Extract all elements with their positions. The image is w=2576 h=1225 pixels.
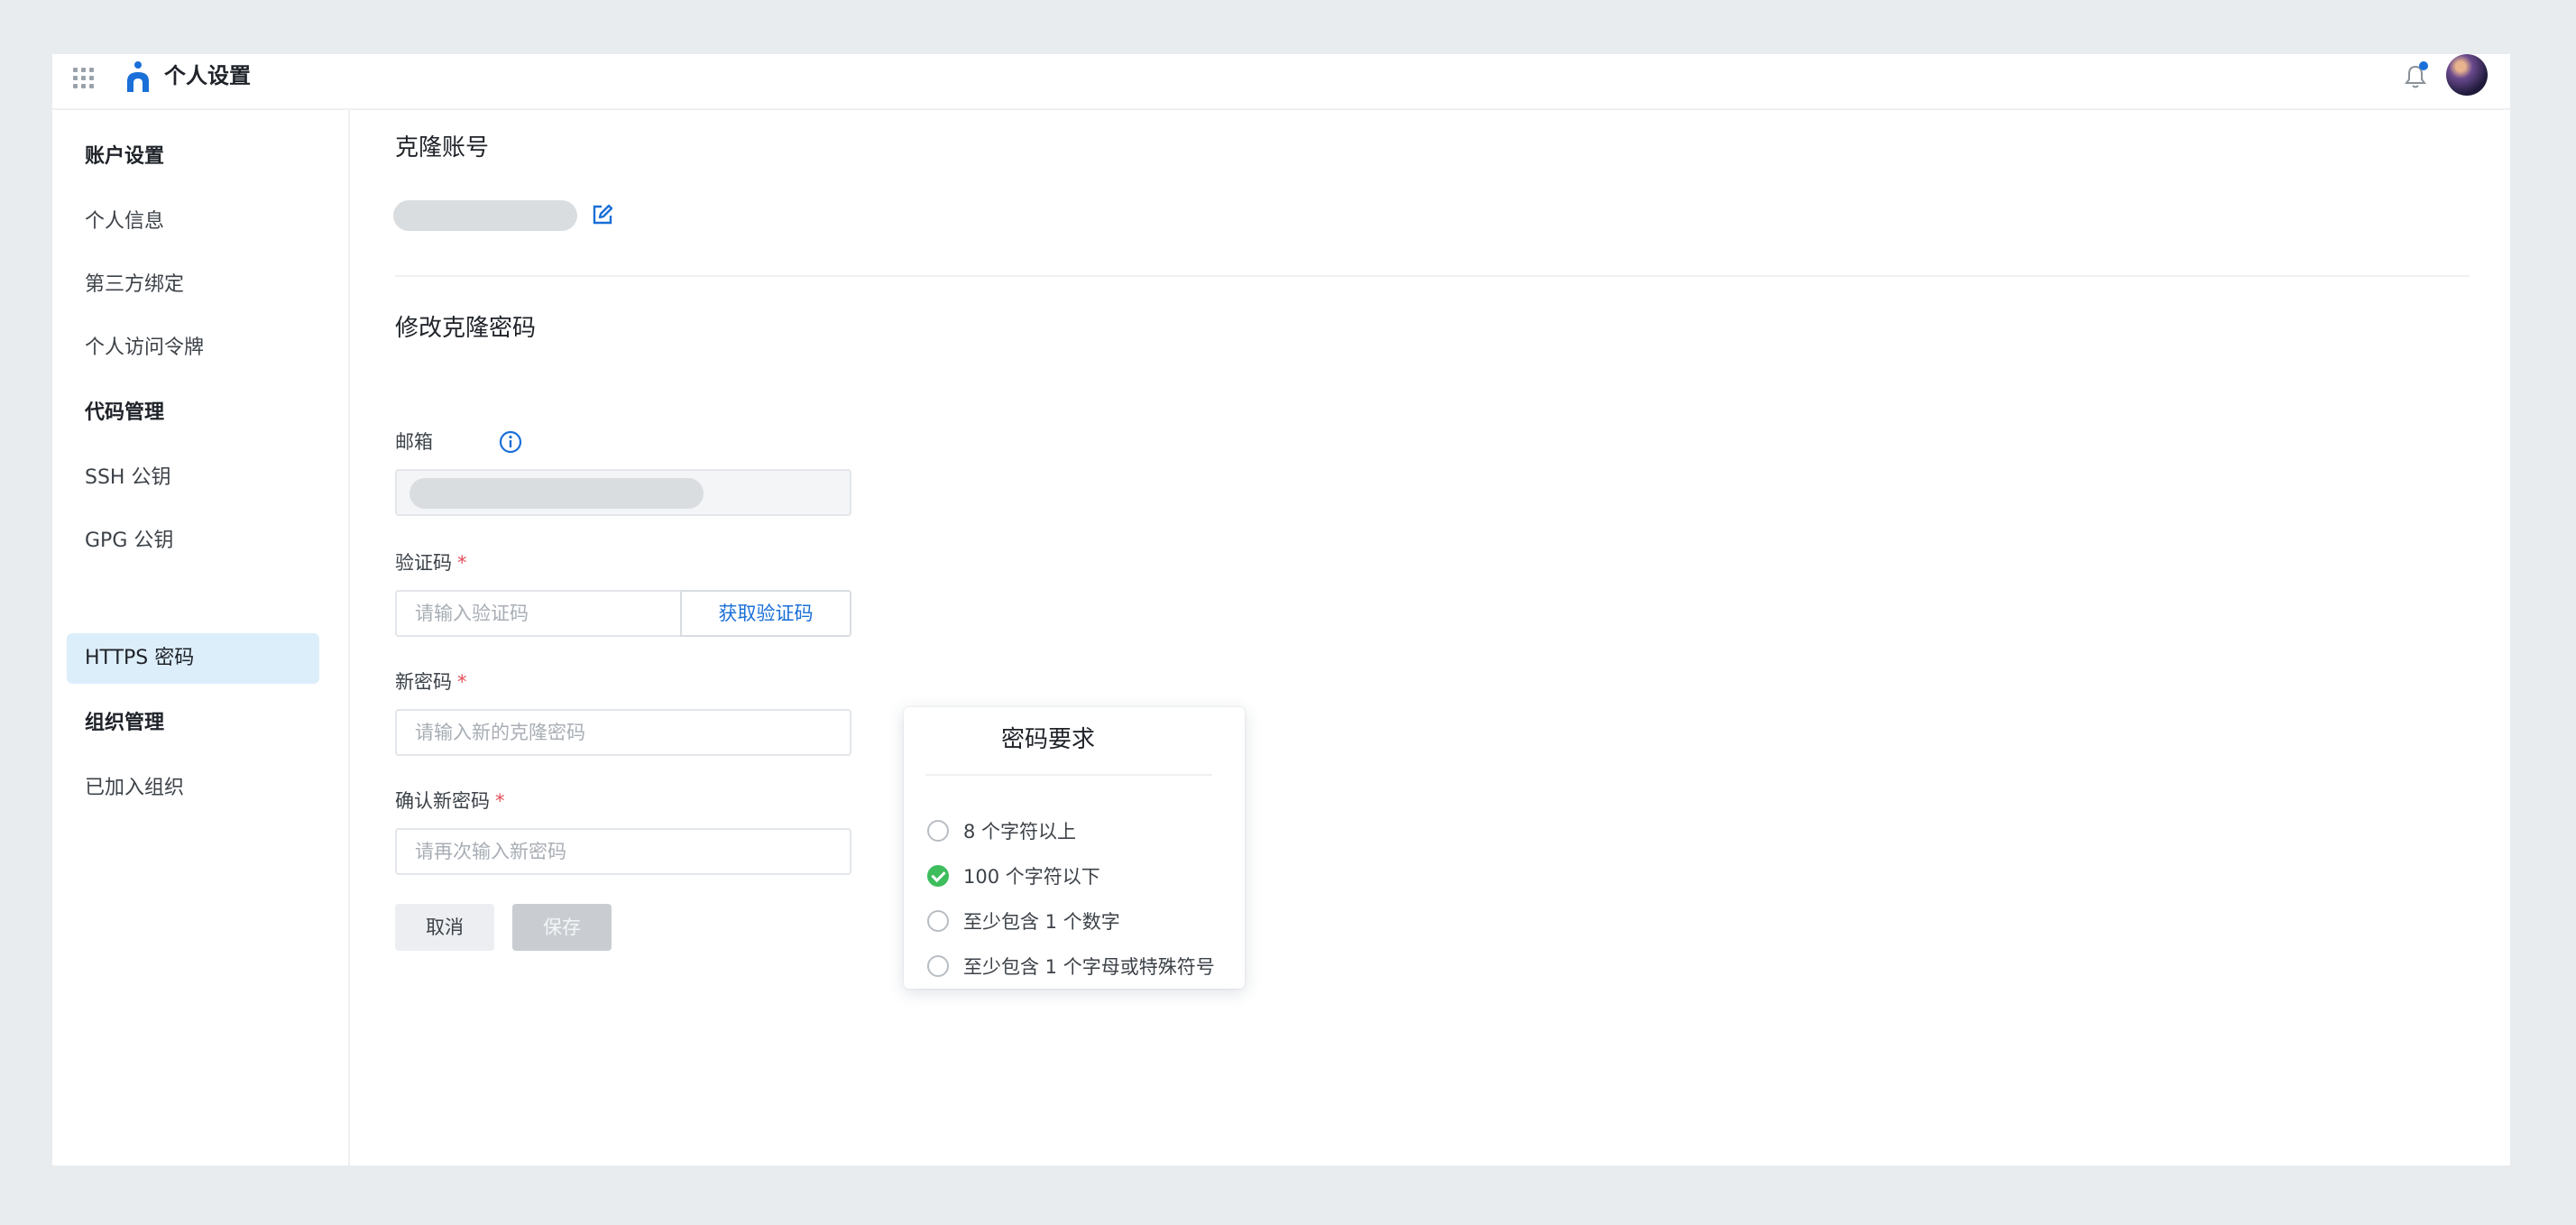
edit-icon[interactable] [590, 202, 615, 227]
unchecked-circle-icon [927, 955, 949, 977]
email-field [395, 469, 851, 516]
sidebar-group-code-management: 代码管理 [85, 401, 165, 424]
sidebar-group-account-settings: 账户设置 [85, 145, 165, 168]
check-circle-icon [927, 865, 949, 887]
change-password-title: 修改克隆密码 [395, 315, 537, 342]
sidebar: 账户设置 个人信息 第三方绑定 个人访问令牌 代码管理 SSH 公钥 GPG 公… [52, 110, 350, 1165]
section-divider [395, 275, 2470, 277]
new-password-label: 新密码 * [395, 671, 467, 693]
save-button[interactable]: 保存 [512, 904, 612, 951]
sidebar-item-personal-info[interactable]: 个人信息 [67, 197, 319, 247]
sidebar-item-joined-orgs[interactable]: 已加入组织 [67, 763, 319, 814]
code-label: 验证码 * [395, 552, 467, 574]
email-label: 邮箱 [395, 431, 433, 453]
app-logo-icon [127, 61, 149, 92]
apps-grid-icon[interactable] [70, 65, 94, 88]
bell-icon[interactable] [2399, 60, 2432, 92]
masked-email-value [409, 478, 704, 509]
avatar[interactable] [2446, 54, 2488, 96]
sidebar-item-access-token[interactable]: 个人访问令牌 [67, 323, 319, 373]
get-code-button[interactable]: 获取验证码 [680, 590, 851, 637]
popover-title: 密码要求 [1000, 726, 1095, 753]
cancel-button[interactable]: 取消 [395, 904, 494, 951]
requirement-min-length: 8 个字符以上 [927, 814, 1076, 850]
unchecked-circle-icon [927, 820, 949, 842]
requirement-letter-or-symbol: 至少包含 1 个字母或特殊符号 [927, 949, 1215, 985]
confirm-password-label: 确认新密码 * [395, 790, 505, 812]
requirement-digit: 至少包含 1 个数字 [927, 904, 1120, 940]
confirm-password-input[interactable]: 请再次输入新密码 [395, 828, 851, 875]
clone-account-title: 克隆账号 [395, 134, 490, 161]
new-password-input[interactable]: 请输入新的克隆密码 [395, 709, 851, 756]
main-content: 克隆账号 修改克隆密码 邮箱 验证码 * 请输入验证码 获取验证码 新密码 * 请输… [350, 110, 2510, 1165]
popover-divider [925, 774, 1212, 776]
sidebar-item-https-password[interactable]: HTTPS 密码 [67, 633, 319, 684]
password-requirements-popover: 密码要求 8 个字符以上 100 个字符以下 至少包含 1 个数字 至少包含 1… [904, 707, 1245, 989]
settings-window: 个人设置 账户设置 个人信息 第三方绑定 个人访问令牌 代码管理 SSH 公钥 … [52, 54, 2510, 1165]
verification-code-input[interactable]: 请输入验证码 [395, 590, 682, 637]
masked-account-name [393, 200, 577, 231]
requirement-max-length: 100 个字符以下 [927, 859, 1100, 895]
sidebar-item-third-party-binding[interactable]: 第三方绑定 [67, 260, 319, 310]
unchecked-circle-icon [927, 910, 949, 932]
sidebar-group-org-management: 组织管理 [85, 712, 165, 734]
sidebar-item-ssh-keys[interactable]: SSH 公钥 [67, 453, 319, 503]
page-title: 个人设置 [164, 63, 251, 88]
info-icon[interactable] [498, 429, 523, 455]
notification-dot [2419, 61, 2428, 70]
top-bar: 个人设置 [52, 54, 2510, 110]
sidebar-item-gpg-keys[interactable]: GPG 公钥 [67, 516, 319, 566]
